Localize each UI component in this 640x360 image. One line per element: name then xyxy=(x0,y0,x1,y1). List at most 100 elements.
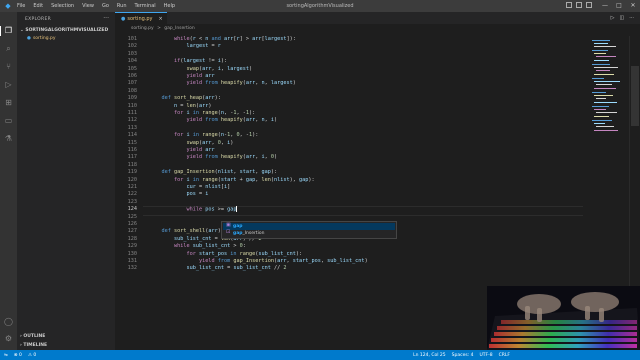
code-line[interactable]: 123 xyxy=(115,199,585,206)
line-number: 130 xyxy=(127,250,137,257)
code-line[interactable]: 131 yield from gap_Insertion(arr, start_… xyxy=(115,258,585,265)
breadcrumb-symbol[interactable]: gap_Insertion xyxy=(164,26,194,31)
code-line[interactable]: 121 cur = nlist[i] xyxy=(115,184,585,191)
scrollbar-thumb[interactable] xyxy=(631,66,639,126)
extensions-icon[interactable]: ⊞ xyxy=(4,98,13,107)
line-number: 104 xyxy=(127,58,137,65)
more-editor-actions-icon[interactable]: ··· xyxy=(629,15,634,21)
line-text: def sort_heap(arr): xyxy=(161,95,221,102)
warning-count[interactable]: ⚠ 0 xyxy=(28,353,36,358)
explorer-icon[interactable]: ❐ xyxy=(4,26,13,35)
code-line[interactable]: 109 def sort_heap(arr): xyxy=(115,95,585,102)
code-line[interactable]: 105 swap(arr, i, largest) xyxy=(115,66,585,73)
file-item-sorting[interactable]: ● sorting.py xyxy=(27,36,113,43)
timeline-label: TIMELINE xyxy=(23,343,48,348)
account-icon[interactable]: ◯ xyxy=(4,317,13,326)
code-line[interactable]: 116 yield arr xyxy=(115,147,585,154)
toggle-panel-icon[interactable] xyxy=(576,2,582,8)
line-number: 102 xyxy=(127,43,137,50)
close-window-icon[interactable]: ✕ xyxy=(626,0,640,12)
code-line[interactable]: 113 xyxy=(115,125,585,132)
close-tab-icon[interactable]: × xyxy=(159,16,163,22)
code-line[interactable]: 107 yield from heapify(arr, n, largest) xyxy=(115,80,585,87)
status-bar: ⇋ ⊗ 0 ⚠ 0 Ln 124, Col 25 Spaces: 4 UTF-8… xyxy=(0,350,640,360)
manage-gear-icon[interactable]: ⚙ xyxy=(4,334,13,343)
code-line[interactable]: 110 n = len(arr) xyxy=(115,103,585,110)
minimize-icon[interactable]: — xyxy=(598,0,612,12)
line-text: for i in range(n, -1, -1): xyxy=(174,110,256,116)
code-line[interactable]: 104 if(largest != i): xyxy=(115,58,585,65)
remote-explorer-icon[interactable]: ▭ xyxy=(4,116,13,125)
code-line[interactable]: 103 xyxy=(115,51,585,58)
error-count[interactable]: ⊗ 0 xyxy=(14,353,22,358)
encoding[interactable]: UTF-8 xyxy=(480,353,493,358)
code-line[interactable]: 114 for i in range(n-1, 0, -1): xyxy=(115,132,585,139)
code-line[interactable]: 118 xyxy=(115,162,585,169)
code-line[interactable]: 115 swap(arr, 0, i) xyxy=(115,140,585,147)
line-ending[interactable]: CRLF xyxy=(499,353,510,358)
minimap[interactable] xyxy=(586,36,628,156)
run-file-icon[interactable]: ▷ xyxy=(611,15,615,21)
suggestion-item[interactable]: ▣ gap xyxy=(223,223,395,230)
breadcrumb: sorting.py > gap_Insertion xyxy=(131,26,197,31)
code-line[interactable]: 124 while pos >= gap xyxy=(115,206,585,216)
suggestion-widget: ▣ gap ⊡ gap_Insertion xyxy=(221,221,397,239)
code-line[interactable]: 111 for i in range(n, -1, -1): xyxy=(115,110,585,117)
code-line[interactable]: 132 sub_list_cnt = sub_list_cnt // 2 xyxy=(115,265,585,272)
code-line[interactable]: 108 xyxy=(115,88,585,95)
code-line[interactable]: 119 def gap_Insertion(nlist, start, gap)… xyxy=(115,169,585,176)
testing-icon[interactable]: ⚗ xyxy=(4,134,13,143)
code-line[interactable]: 102 largest = r xyxy=(115,43,585,50)
line-number: 122 xyxy=(127,191,137,198)
keyboard-video-image xyxy=(487,286,640,350)
more-actions-icon[interactable]: ··· xyxy=(103,15,109,22)
line-number: 103 xyxy=(127,50,137,57)
active-indicator xyxy=(0,26,1,36)
line-number: 114 xyxy=(127,132,137,139)
search-icon[interactable]: ⌕ xyxy=(4,44,13,53)
source-control-icon[interactable]: ⑂ xyxy=(4,62,13,71)
workspace-folder[interactable]: ⌄ SORTINGALGORITHMVISUALIZED xyxy=(20,28,108,33)
line-text: yield from heapify(arr, n, largest) xyxy=(186,80,296,87)
breadcrumb-file[interactable]: sorting.py xyxy=(131,26,154,31)
outline-section[interactable]: › OUTLINE xyxy=(20,334,45,339)
remote-indicator-icon[interactable]: ⇋ xyxy=(4,353,8,358)
text-cursor xyxy=(236,206,238,213)
python-file-icon: ● xyxy=(27,36,31,41)
toggle-sidebar-icon[interactable] xyxy=(566,2,572,8)
code-line[interactable]: 125 xyxy=(115,214,585,221)
toggle-secondary-sidebar-icon[interactable] xyxy=(586,2,592,8)
line-text: pos = i xyxy=(186,191,209,198)
indentation[interactable]: Spaces: 4 xyxy=(452,353,474,358)
code-line[interactable]: 117 yield from heapify(arr, i, 0) xyxy=(115,154,585,161)
code-line[interactable]: 112 yield from heapify(arr, n, i) xyxy=(115,117,585,124)
line-text: yield arr xyxy=(186,147,215,153)
code-line[interactable]: 101 while(r < n and arr[r] > arr[largest… xyxy=(115,36,585,43)
line-number: 125 xyxy=(127,213,137,220)
maximize-icon[interactable]: □ xyxy=(612,0,626,12)
timeline-section[interactable]: › TIMELINE xyxy=(20,343,47,348)
line-number: 126 xyxy=(127,221,137,227)
line-text: largest = r xyxy=(186,43,221,50)
line-text: while sub_list_cnt > 0: xyxy=(174,243,246,250)
suggestion-rest: _Insertion xyxy=(242,231,265,236)
tab-sorting-py[interactable]: ● sorting.py × xyxy=(115,12,167,24)
line-number: 121 xyxy=(127,184,137,190)
code-line[interactable]: 129 while sub_list_cnt > 0: xyxy=(115,243,585,250)
code-line[interactable]: 122 pos = i xyxy=(115,191,585,198)
line-text: swap(arr, 0, i) xyxy=(186,139,234,146)
code-line[interactable]: 130 for start_pos in range(sub_list_cnt)… xyxy=(115,251,585,258)
python-file-icon: ● xyxy=(121,15,126,22)
run-debug-icon[interactable]: ▷ xyxy=(4,80,13,89)
code-line[interactable]: 120 for i in range(start + gap, len(nlis… xyxy=(115,177,585,184)
line-number: 127 xyxy=(127,228,137,235)
line-text: def sort_shell(arr): xyxy=(161,228,224,235)
split-editor-icon[interactable]: ◫ xyxy=(619,15,624,21)
suggestion-item[interactable]: ⊡ gap_Insertion xyxy=(223,230,395,237)
cursor-position[interactable]: Ln 124, Col 25 xyxy=(413,353,446,358)
line-text: yield from gap_Insertion(arr, start_pos,… xyxy=(198,258,368,264)
line-text: swap(arr, i, largest) xyxy=(186,65,253,72)
line-text: for i in range(start + gap, len(nlist), … xyxy=(174,176,315,183)
code-line[interactable]: 106 yield arr xyxy=(115,73,585,80)
line-text: yield arr xyxy=(186,73,215,79)
